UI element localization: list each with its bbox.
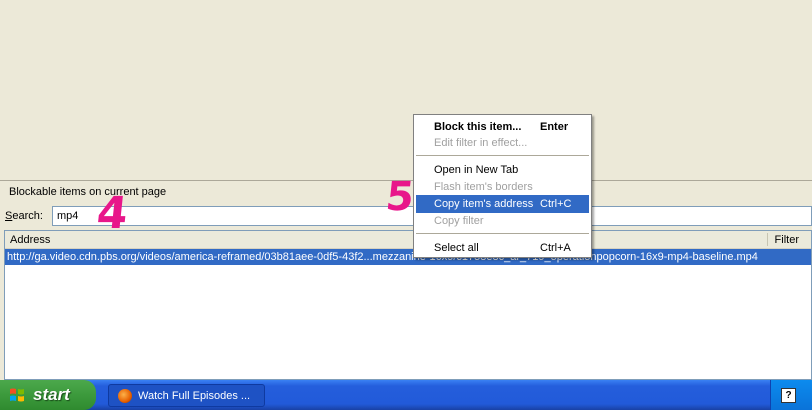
- start-button[interactable]: start: [0, 380, 96, 410]
- menu-item-shortcut: Ctrl+A: [540, 242, 571, 254]
- menu-item-shortcut: Enter: [540, 121, 569, 133]
- blockable-items-list[interactable]: Address Filter http://ga.video.cdn.pbs.o…: [4, 230, 812, 380]
- search-label-rest: earch:: [12, 210, 43, 222]
- menu-item-select-all[interactable]: Select all Ctrl+A: [416, 239, 589, 257]
- start-label: start: [33, 385, 70, 404]
- taskbar: start Watch Full Episodes ... ?: [0, 380, 812, 410]
- column-separator[interactable]: [767, 233, 768, 246]
- menu-item-shortcut: Ctrl+C: [540, 198, 572, 210]
- browser-content-area: [0, 0, 812, 180]
- menu-item-edit-filter: Edit filter in effect...: [416, 134, 589, 152]
- annotation-4: 4: [94, 188, 131, 239]
- windows-logo-icon: [10, 388, 24, 402]
- list-header: Address Filter: [5, 231, 811, 249]
- table-row[interactable]: http://ga.video.cdn.pbs.org/videos/ameri…: [5, 249, 811, 265]
- help-icon[interactable]: ?: [781, 388, 796, 403]
- taskbar-window-title: Watch Full Episodes ...: [138, 390, 251, 402]
- menu-separator: [416, 155, 589, 156]
- search-label: Search:: [5, 210, 43, 222]
- taskbar-window-button[interactable]: Watch Full Episodes ...: [108, 384, 265, 407]
- system-tray: ?: [770, 380, 812, 410]
- menu-item-label: Open in New Tab: [434, 164, 519, 176]
- menu-item-copy-address[interactable]: Copy item's address Ctrl+C: [416, 195, 589, 213]
- annotation-5: 5: [383, 174, 417, 220]
- menu-separator: [416, 233, 589, 234]
- menu-item-label: Copy filter: [434, 215, 484, 227]
- menu-item-copy-filter: Copy filter: [416, 212, 589, 230]
- row-address: http://ga.video.cdn.pbs.org/videos/ameri…: [7, 251, 758, 263]
- menu-item-label: Copy item's address: [434, 198, 534, 210]
- firefox-icon: [118, 389, 132, 403]
- menu-item-label: Edit filter in effect...: [434, 137, 528, 149]
- menu-item-label: Block this item...: [434, 121, 522, 133]
- menu-item-label: Flash item's borders: [434, 181, 533, 193]
- menu-item-open-new-tab[interactable]: Open in New Tab: [416, 161, 589, 179]
- address-column-header[interactable]: Address: [10, 234, 50, 246]
- context-menu: Block this item... Enter Edit filter in …: [413, 114, 592, 258]
- filter-column-header[interactable]: Filter: [775, 234, 799, 246]
- menu-item-flash-borders: Flash item's borders: [416, 178, 589, 196]
- panel-title: Blockable items on current page: [9, 186, 167, 198]
- menu-item-label: Select all: [434, 242, 479, 254]
